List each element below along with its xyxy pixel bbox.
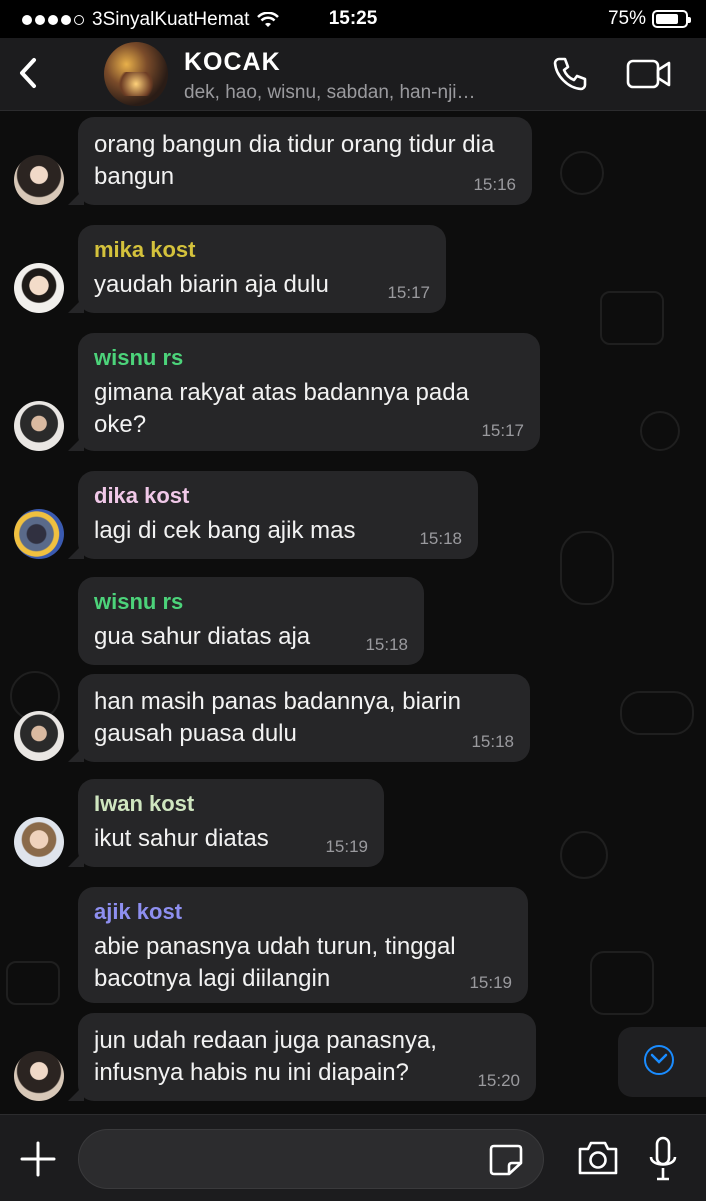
message-bubble[interactable]: jun udah redaan juga panasnya, infusnya … [68,1013,536,1101]
message-bubble[interactable]: han masih panas badannya, biarin gausah … [68,674,530,762]
message-bubble[interactable]: wisnu rs gua sahur diatas aja 15:18 [78,577,424,665]
message-time: 15:20 [477,1071,520,1090]
message-bubble[interactable]: ajik kost abie panasnya udah turun, ting… [78,887,528,1003]
message-text: lagi di cek bang ajik mas [94,517,356,544]
bubble-tail [68,435,84,451]
message-text: han masih panas badannya, biarin gausah … [94,688,461,747]
sender-name[interactable]: wisnu rs [94,345,524,371]
message-input[interactable] [78,1129,544,1189]
video-camera-icon[interactable] [626,56,672,92]
doodle [590,951,654,1015]
bubble-tail [68,189,84,205]
message-text: yaudah biarin aja dulu [94,271,329,298]
group-members[interactable]: dek, hao, wisnu, sabdan, han-nji… [184,82,534,104]
message-time: 15:18 [365,635,408,654]
chevron-down-icon [650,1053,668,1064]
avatar[interactable] [14,1051,64,1101]
sticker-icon[interactable] [488,1143,524,1177]
doodle [620,691,694,735]
message-bubble[interactable]: dika kost lagi di cek bang ajik mas 15:1… [68,471,478,559]
message-text: gua sahur diatas aja [94,623,311,650]
phone-icon[interactable] [550,54,590,94]
avatar[interactable] [14,401,64,451]
bubble-tail [68,297,84,313]
group-avatar[interactable] [104,42,168,106]
message-text: jun udah redaan juga panasnya, infusnya … [94,1027,437,1086]
message-text: abie panasnya udah turun, tinggal bacotn… [94,933,456,992]
avatar[interactable] [14,711,64,761]
message-time: 15:17 [387,283,430,302]
battery-percent: 75% [607,8,646,29]
sender-name[interactable]: wisnu rs [94,589,408,615]
doodle [600,291,664,345]
avatar[interactable] [14,263,64,313]
avatar[interactable] [14,509,64,559]
message-bubble[interactable]: orang bangun dia tidur orang tidur dia b… [68,117,532,205]
status-bar: 3SinyalKuatHemat 15:25 75% [0,0,706,38]
avatar[interactable] [14,155,64,205]
doodle [560,831,608,879]
doodle [560,151,604,195]
battery-icon [652,10,691,28]
bubble-tail [68,746,84,762]
avatar[interactable] [14,817,64,867]
message-text: orang bangun dia tidur orang tidur dia b… [94,131,495,190]
bubble-tail [68,543,84,559]
group-title[interactable]: KOCAK [184,48,281,77]
sender-name[interactable]: dika kost [94,483,462,509]
clock: 15:25 [328,8,378,29]
doodle [640,411,680,451]
message-bubble[interactable]: Iwan kost ikut sahur diatas 15:19 [68,779,384,867]
battery-status: 75% [607,8,691,30]
message-time: 15:19 [325,837,368,856]
camera-icon[interactable] [576,1139,620,1177]
sender-name[interactable]: ajik kost [94,899,512,925]
message-time: 15:18 [419,529,462,548]
sender-name[interactable]: Iwan kost [94,791,368,817]
microphone-icon[interactable] [648,1135,678,1183]
message-time: 15:18 [471,732,514,751]
bubble-tail [68,1085,84,1101]
chevron-left-icon[interactable] [12,52,46,94]
chat-header: KOCAK dek, hao, wisnu, sabdan, han-nji… [0,38,706,111]
doodle [560,531,614,605]
message-list[interactable]: orang bangun dia tidur orang tidur dia b… [0,111,706,1114]
bubble-tail [68,851,84,867]
message-time: 15:16 [473,175,516,194]
message-time: 15:17 [481,421,524,440]
message-bubble[interactable]: wisnu rs gimana rakyat atas badannya pad… [68,333,540,451]
sender-name[interactable]: mika kost [94,237,430,263]
message-bubble[interactable]: mika kost yaudah biarin aja dulu 15:17 [68,225,446,313]
message-text: gimana rakyat atas badannya pada oke? [94,379,469,438]
doodle [6,961,60,1005]
input-bar [0,1114,706,1201]
scroll-to-bottom-button[interactable] [618,1027,706,1097]
plus-icon[interactable] [18,1139,58,1179]
message-time: 15:19 [469,973,512,992]
